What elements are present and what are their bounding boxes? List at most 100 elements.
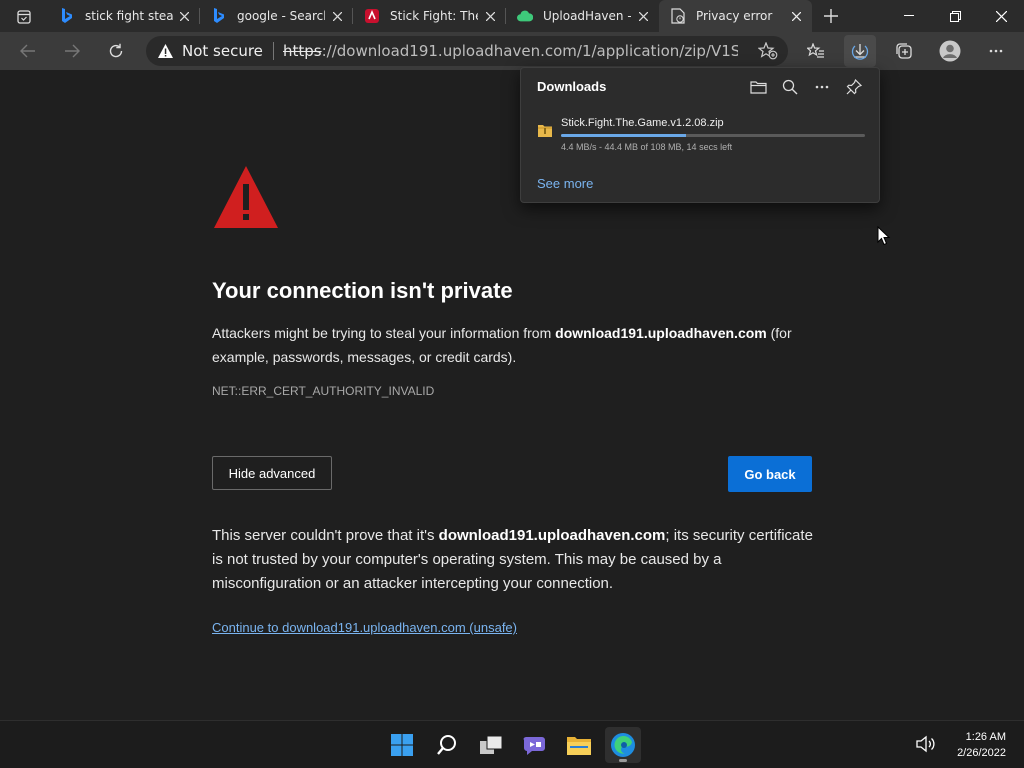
add-favorite-button[interactable] <box>758 41 778 61</box>
restore-button[interactable] <box>932 0 978 32</box>
file-explorer-button[interactable] <box>561 727 597 763</box>
search-icon <box>782 79 798 95</box>
tab-title: UploadHaven - Free <box>543 9 631 23</box>
see-more-link[interactable]: See more <box>537 176 593 191</box>
search-downloads-button[interactable] <box>779 76 801 98</box>
forward-button[interactable] <box>56 35 88 67</box>
download-icon <box>851 44 869 60</box>
url-scheme: https <box>283 42 322 60</box>
teams-chat-button[interactable] <box>517 727 553 763</box>
close-tab-icon[interactable] <box>482 8 498 24</box>
download-progress-bar <box>561 134 865 137</box>
go-back-button[interactable]: Go back <box>728 456 812 492</box>
clock-time: 1:26 AM <box>965 731 1006 743</box>
tab-google-search[interactable]: google - Search <box>200 0 353 32</box>
collections-icon <box>896 43 912 59</box>
folder-icon <box>567 737 591 755</box>
star-add-icon <box>758 42 778 60</box>
close-icon <box>995 10 1007 22</box>
page-title: Your connection isn't private <box>212 278 513 303</box>
download-status: 4.4 MB/s - 44.4 MB of 108 MB, 14 secs le… <box>561 142 733 152</box>
page-warning-icon <box>670 8 686 24</box>
taskbar: 1:26 AM 2/26/2022 <box>0 720 1024 768</box>
open-downloads-folder-button[interactable] <box>747 76 769 98</box>
hide-advanced-button[interactable]: Hide advanced <box>212 456 332 490</box>
downloads-title: Downloads <box>537 79 607 94</box>
windows-logo-icon <box>391 734 413 756</box>
privacy-warning-text: Attackers might be trying to steal your … <box>212 321 824 369</box>
system-clock[interactable]: 1:26 AM 2/26/2022 <box>957 729 1006 761</box>
certificate-details-text: This server couldn't prove that it's dow… <box>212 524 824 596</box>
minimize-icon <box>904 15 914 16</box>
domain-name: download191.uploadhaven.com <box>555 325 767 341</box>
download-file-name: Stick.Fight.The.Game.v1.2.08.zip <box>561 117 724 129</box>
chat-icon <box>523 737 545 755</box>
address-divider <box>273 42 274 60</box>
download-progress-fill <box>561 134 686 137</box>
not-secure-label[interactable]: Not secure <box>182 42 263 60</box>
arrow-left-icon <box>20 44 35 58</box>
close-tab-icon[interactable] <box>329 8 345 24</box>
downloads-more-button[interactable] <box>811 76 833 98</box>
volume-icon[interactable] <box>916 735 936 753</box>
settings-more-button[interactable] <box>980 35 1012 67</box>
favorites-list-icon <box>807 43 824 58</box>
folder-icon <box>749 81 767 94</box>
warning-triangle-icon <box>214 166 278 228</box>
tab-uploadhaven[interactable]: UploadHaven - Free <box>506 0 659 32</box>
warning-triangle-icon[interactable] <box>157 43 173 59</box>
new-tab-button[interactable] <box>820 5 842 27</box>
search-taskbar-button[interactable] <box>429 727 465 763</box>
url-rest: ://download191.uploadhaven.com/1/applica… <box>321 42 738 60</box>
bing-icon <box>211 8 227 24</box>
mouse-cursor-icon <box>877 226 891 246</box>
close-tab-icon[interactable] <box>788 8 804 24</box>
bing-icon <box>59 8 75 24</box>
pin-icon <box>846 79 862 95</box>
tab-actions-button[interactable] <box>8 6 40 28</box>
search-icon <box>437 735 456 755</box>
refresh-icon <box>109 43 123 58</box>
refresh-button[interactable] <box>100 35 132 67</box>
start-button[interactable] <box>384 727 420 763</box>
zip-folder-icon <box>538 125 552 137</box>
back-button[interactable] <box>12 35 44 67</box>
error-code[interactable]: NET::ERR_CERT_AUTHORITY_INVALID <box>212 384 434 398</box>
plus-icon <box>824 9 838 23</box>
downloads-panel: Downloads Stick.Fight.The.Game.v1.2.08.z… <box>520 67 880 203</box>
task-view-button[interactable] <box>473 727 509 763</box>
pin-downloads-button[interactable] <box>843 76 865 98</box>
url-text[interactable]: https://download191.uploadhaven.com/1/ap… <box>283 42 738 60</box>
text-segment: This server couldn't prove that it's <box>212 527 439 544</box>
continue-unsafe-link[interactable]: Continue to download191.uploadhaven.com … <box>212 620 517 635</box>
collections-button[interactable] <box>888 35 920 67</box>
favorites-button[interactable] <box>800 35 832 67</box>
tab-stick-fight-game[interactable]: Stick Fight: The Game <box>353 0 506 32</box>
download-item[interactable]: Stick.Fight.The.Game.v1.2.08.zip 4.4 MB/… <box>529 114 873 158</box>
downloads-button[interactable] <box>844 35 876 67</box>
profile-button[interactable] <box>934 35 966 67</box>
tab-strip: stick fight steam google - Search Stick … <box>0 0 1024 32</box>
address-bar[interactable]: Not secure https://download191.uploadhav… <box>146 36 788 66</box>
domain-name: download191.uploadhaven.com <box>438 527 666 544</box>
more-horizontal-icon <box>815 85 829 89</box>
tab-title: Privacy error <box>696 9 773 23</box>
edge-taskbar-button[interactable] <box>605 727 641 763</box>
tab-privacy-error[interactable]: Privacy error <box>659 0 812 32</box>
tab-title: google - Search <box>237 9 325 23</box>
close-tab-icon[interactable] <box>176 8 192 24</box>
tab-actions-icon <box>17 10 31 24</box>
tab-title: stick fight steam <box>85 9 173 23</box>
clock-date: 2/26/2022 <box>957 747 1006 759</box>
more-horizontal-icon <box>989 49 1003 53</box>
task-view-icon <box>480 735 503 754</box>
browser-toolbar: Not secure https://download191.uploadhav… <box>0 32 1024 70</box>
close-tab-icon[interactable] <box>635 8 651 24</box>
cloud-icon <box>517 8 533 24</box>
tab-stick-fight-steam[interactable]: stick fight steam <box>48 0 200 32</box>
restore-icon <box>949 10 961 22</box>
avatar-icon <box>939 40 961 62</box>
text-segment: Attackers might be trying to steal your … <box>212 325 556 341</box>
minimize-button[interactable] <box>886 0 932 32</box>
close-window-button[interactable] <box>978 0 1024 32</box>
